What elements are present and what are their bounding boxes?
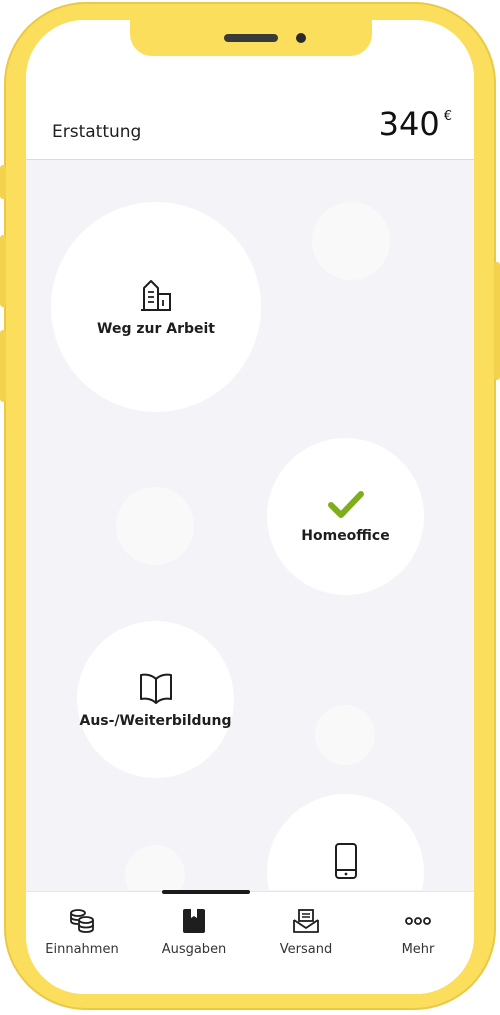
category-label: Homeoffice	[301, 527, 390, 544]
coins-icon	[70, 909, 94, 933]
decorative-bubble	[116, 487, 194, 565]
speaker	[224, 34, 278, 42]
tab-mehr[interactable]: Mehr	[362, 892, 474, 994]
tab-ausgaben[interactable]: Ausgaben	[138, 892, 250, 994]
category-label: Weg zur Arbeit	[97, 321, 215, 337]
envelope-icon	[293, 909, 319, 933]
side-button-volume-up	[0, 235, 6, 307]
side-button-mute	[0, 165, 6, 199]
page-title: Erstattung	[52, 122, 142, 142]
bookmark-book-icon	[183, 909, 205, 933]
refund-amount-value: 340	[378, 105, 440, 143]
tab-label: Versand	[279, 942, 333, 957]
tab-label: Ausgaben	[161, 942, 227, 957]
refund-currency: €	[443, 109, 452, 124]
book-icon	[139, 673, 172, 704]
decorative-bubble	[315, 705, 375, 765]
refund-amount: 340 €	[379, 108, 452, 140]
category-weg-zur-arbeit[interactable]: Weg zur Arbeit	[51, 202, 261, 412]
category-aus-weiterbildung[interactable]: Aus-/Weiterbildung	[77, 621, 234, 778]
tab-active-indicator	[162, 890, 250, 894]
building-icon	[141, 280, 171, 311]
phone-screen: Erstattung 340 € Weg zur Arbeit Homeoffi…	[26, 20, 474, 994]
tab-label: Einnahmen	[45, 942, 119, 957]
category-label: Aus-/Weiterbildung	[79, 712, 232, 729]
front-camera	[296, 33, 306, 43]
decorative-bubble	[125, 845, 185, 890]
tab-bar: Einnahmen Ausgaben Versand Mehr	[26, 891, 474, 994]
notch	[130, 20, 372, 56]
category-smartphone[interactable]	[267, 794, 424, 890]
checkmark-icon	[327, 490, 364, 518]
side-button-volume-down	[0, 330, 6, 402]
tab-label: Mehr	[401, 942, 435, 957]
tab-versand[interactable]: Versand	[250, 892, 362, 994]
smartphone-icon	[334, 843, 357, 879]
decorative-bubble	[312, 202, 390, 280]
side-button-power	[494, 262, 500, 380]
tab-einnahmen[interactable]: Einnahmen	[26, 892, 138, 994]
category-bubbles: Weg zur Arbeit Homeoffice Aus-/Weiterbil…	[26, 160, 474, 890]
category-homeoffice[interactable]: Homeoffice	[267, 438, 424, 595]
more-dots-icon	[405, 917, 431, 925]
